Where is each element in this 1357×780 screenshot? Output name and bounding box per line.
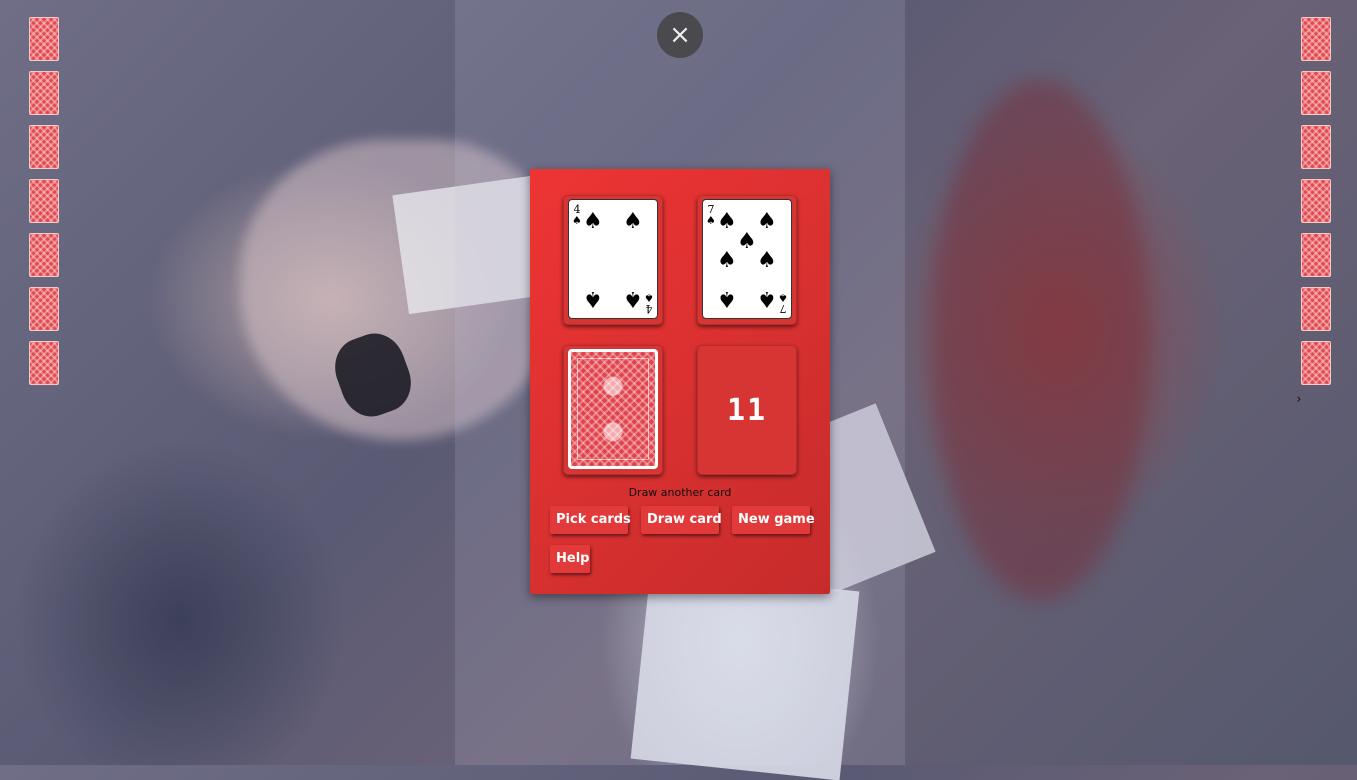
card-corner: 7 ♠ — [706, 204, 716, 226]
pick-cards-button[interactable]: Pick cards — [550, 506, 631, 534]
card-back-icon[interactable] — [568, 349, 658, 469]
new-game-button[interactable]: New game — [732, 506, 815, 534]
side-card[interactable] — [1301, 287, 1331, 331]
side-card[interactable] — [1301, 233, 1331, 277]
score-value: 11 — [726, 392, 768, 428]
card-back-border — [577, 358, 649, 460]
card-corner: 4 ♠ — [644, 291, 654, 315]
side-card[interactable] — [1301, 179, 1331, 223]
spade-icon: ♠ — [757, 209, 777, 234]
right-card-stack — [1301, 17, 1331, 395]
spade-icon: ♠ — [778, 291, 788, 304]
close-icon: × — [669, 20, 691, 50]
spade-icon: ♠ — [644, 291, 654, 304]
card-corner: 4 ♠ — [572, 204, 582, 226]
card-corner: 7 ♠ — [778, 291, 788, 315]
background-hair — [930, 80, 1150, 600]
side-card[interactable] — [29, 125, 59, 169]
spade-icon: ♠ — [757, 248, 777, 273]
playing-card: 7 ♠ 7 ♠ ♠ ♠ ♠ ♠ ♠ ♠ ♠ — [702, 199, 792, 319]
background-ring — [326, 325, 420, 425]
card-slot-2: 7 ♠ 7 ♠ ♠ ♠ ♠ ♠ ♠ ♠ ♠ — [697, 195, 797, 325]
spade-icon: ♠ — [717, 209, 737, 234]
side-card[interactable] — [1301, 17, 1331, 61]
side-card[interactable] — [29, 341, 59, 385]
side-card[interactable] — [29, 233, 59, 277]
side-card[interactable] — [1301, 71, 1331, 115]
game-panel: 4 ♠ 4 ♠ ♠ ♠ ♠ ♠ 7 ♠ 7 ♠ ♠ ♠ ♠ ♠ ♠ ♠ ♠ 11… — [530, 169, 830, 594]
side-card[interactable] — [1301, 125, 1331, 169]
chevron-right-icon[interactable]: › — [1293, 392, 1305, 408]
side-card[interactable] — [1301, 341, 1331, 385]
spade-icon: ♠ — [706, 214, 716, 227]
side-card[interactable] — [29, 179, 59, 223]
draw-card-button[interactable]: Draw card — [641, 506, 722, 534]
deck-slot[interactable] — [563, 345, 663, 475]
help-button[interactable]: Help — [550, 545, 590, 573]
spade-icon: ♠ — [623, 209, 643, 234]
side-card[interactable] — [29, 17, 59, 61]
left-card-stack — [29, 17, 59, 395]
spade-icon: ♠ — [583, 209, 603, 234]
side-card[interactable] — [29, 287, 59, 331]
spade-icon: ♠ — [572, 214, 582, 227]
close-button[interactable]: × — [657, 12, 703, 58]
spade-icon: ♠ — [623, 286, 643, 311]
spade-icon: ♠ — [717, 248, 737, 273]
spade-icon: ♠ — [583, 286, 603, 311]
card-slot-1: 4 ♠ 4 ♠ ♠ ♠ ♠ ♠ — [563, 195, 663, 325]
playing-card: 4 ♠ 4 ♠ ♠ ♠ ♠ ♠ — [568, 199, 658, 319]
side-card[interactable] — [29, 71, 59, 115]
status-message: Draw another card — [628, 486, 732, 499]
spade-icon: ♠ — [757, 286, 777, 311]
score-box: 11 — [697, 345, 797, 475]
spade-icon: ♠ — [737, 229, 757, 254]
spade-icon: ♠ — [717, 286, 737, 311]
